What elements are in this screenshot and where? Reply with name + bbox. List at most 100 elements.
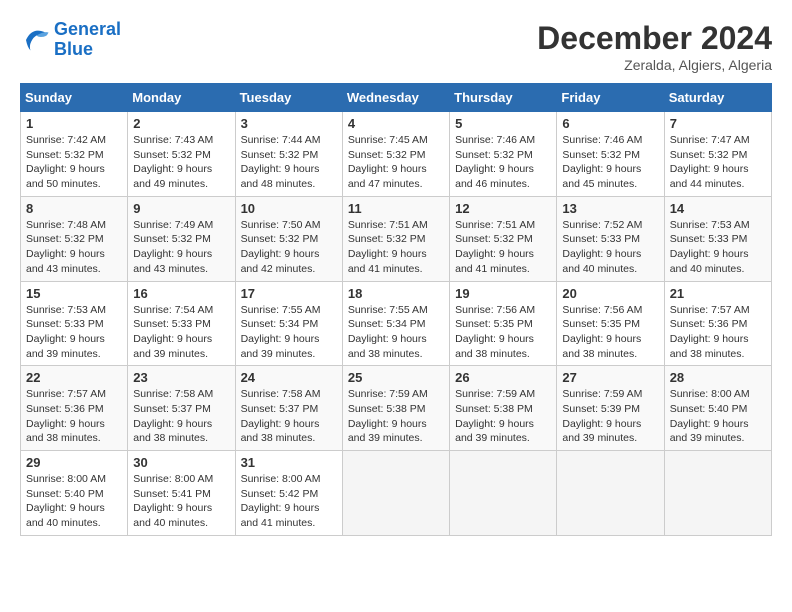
calendar-cell: 3 Sunrise: 7:44 AM Sunset: 5:32 PM Dayli… (235, 112, 342, 197)
day-number: 17 (241, 286, 337, 301)
calendar-body: 1 Sunrise: 7:42 AM Sunset: 5:32 PM Dayli… (21, 112, 772, 536)
calendar-cell: 27 Sunrise: 7:59 AM Sunset: 5:39 PM Dayl… (557, 366, 664, 451)
calendar-cell: 4 Sunrise: 7:45 AM Sunset: 5:32 PM Dayli… (342, 112, 449, 197)
day-info: Sunrise: 7:45 AM Sunset: 5:32 PM Dayligh… (348, 133, 444, 192)
calendar-cell: 10 Sunrise: 7:50 AM Sunset: 5:32 PM Dayl… (235, 196, 342, 281)
day-number: 14 (670, 201, 766, 216)
day-number: 25 (348, 370, 444, 385)
logo-bird-icon (20, 25, 50, 55)
day-info: Sunrise: 7:58 AM Sunset: 5:37 PM Dayligh… (241, 387, 337, 446)
day-info: Sunrise: 7:43 AM Sunset: 5:32 PM Dayligh… (133, 133, 229, 192)
calendar-week-row: 22 Sunrise: 7:57 AM Sunset: 5:36 PM Dayl… (21, 366, 772, 451)
calendar-cell (664, 451, 771, 536)
day-info: Sunrise: 7:59 AM Sunset: 5:38 PM Dayligh… (455, 387, 551, 446)
logo-line2: Blue (54, 39, 93, 59)
logo: General Blue (20, 20, 121, 60)
day-info: Sunrise: 7:44 AM Sunset: 5:32 PM Dayligh… (241, 133, 337, 192)
day-number: 28 (670, 370, 766, 385)
day-number: 20 (562, 286, 658, 301)
calendar-cell: 6 Sunrise: 7:46 AM Sunset: 5:32 PM Dayli… (557, 112, 664, 197)
logo-text: General Blue (54, 20, 121, 60)
day-info: Sunrise: 7:48 AM Sunset: 5:32 PM Dayligh… (26, 218, 122, 277)
day-info: Sunrise: 7:54 AM Sunset: 5:33 PM Dayligh… (133, 303, 229, 362)
calendar-cell: 17 Sunrise: 7:55 AM Sunset: 5:34 PM Dayl… (235, 281, 342, 366)
day-of-week-header: Tuesday (235, 84, 342, 112)
day-number: 27 (562, 370, 658, 385)
day-info: Sunrise: 7:53 AM Sunset: 5:33 PM Dayligh… (26, 303, 122, 362)
day-info: Sunrise: 7:58 AM Sunset: 5:37 PM Dayligh… (133, 387, 229, 446)
calendar-cell: 11 Sunrise: 7:51 AM Sunset: 5:32 PM Dayl… (342, 196, 449, 281)
location: Zeralda, Algiers, Algeria (537, 57, 772, 73)
calendar-cell: 28 Sunrise: 8:00 AM Sunset: 5:40 PM Dayl… (664, 366, 771, 451)
day-number: 3 (241, 116, 337, 131)
day-info: Sunrise: 7:42 AM Sunset: 5:32 PM Dayligh… (26, 133, 122, 192)
calendar-cell (450, 451, 557, 536)
day-number: 13 (562, 201, 658, 216)
calendar-cell: 14 Sunrise: 7:53 AM Sunset: 5:33 PM Dayl… (664, 196, 771, 281)
day-number: 21 (670, 286, 766, 301)
calendar-week-row: 8 Sunrise: 7:48 AM Sunset: 5:32 PM Dayli… (21, 196, 772, 281)
day-of-week-header: Saturday (664, 84, 771, 112)
calendar-cell: 29 Sunrise: 8:00 AM Sunset: 5:40 PM Dayl… (21, 451, 128, 536)
day-number: 19 (455, 286, 551, 301)
day-of-week-header: Thursday (450, 84, 557, 112)
day-info: Sunrise: 8:00 AM Sunset: 5:41 PM Dayligh… (133, 472, 229, 531)
day-number: 4 (348, 116, 444, 131)
calendar-cell: 31 Sunrise: 8:00 AM Sunset: 5:42 PM Dayl… (235, 451, 342, 536)
calendar-cell (557, 451, 664, 536)
calendar-cell: 20 Sunrise: 7:56 AM Sunset: 5:35 PM Dayl… (557, 281, 664, 366)
day-info: Sunrise: 7:56 AM Sunset: 5:35 PM Dayligh… (562, 303, 658, 362)
day-number: 6 (562, 116, 658, 131)
day-number: 7 (670, 116, 766, 131)
calendar-week-row: 29 Sunrise: 8:00 AM Sunset: 5:40 PM Dayl… (21, 451, 772, 536)
day-number: 10 (241, 201, 337, 216)
calendar-cell: 2 Sunrise: 7:43 AM Sunset: 5:32 PM Dayli… (128, 112, 235, 197)
day-info: Sunrise: 7:57 AM Sunset: 5:36 PM Dayligh… (26, 387, 122, 446)
calendar-cell: 19 Sunrise: 7:56 AM Sunset: 5:35 PM Dayl… (450, 281, 557, 366)
calendar-cell: 7 Sunrise: 7:47 AM Sunset: 5:32 PM Dayli… (664, 112, 771, 197)
day-info: Sunrise: 7:57 AM Sunset: 5:36 PM Dayligh… (670, 303, 766, 362)
calendar-cell: 22 Sunrise: 7:57 AM Sunset: 5:36 PM Dayl… (21, 366, 128, 451)
day-info: Sunrise: 7:55 AM Sunset: 5:34 PM Dayligh… (241, 303, 337, 362)
day-info: Sunrise: 7:47 AM Sunset: 5:32 PM Dayligh… (670, 133, 766, 192)
calendar-week-row: 15 Sunrise: 7:53 AM Sunset: 5:33 PM Dayl… (21, 281, 772, 366)
calendar-cell: 18 Sunrise: 7:55 AM Sunset: 5:34 PM Dayl… (342, 281, 449, 366)
calendar-cell: 9 Sunrise: 7:49 AM Sunset: 5:32 PM Dayli… (128, 196, 235, 281)
day-info: Sunrise: 8:00 AM Sunset: 5:40 PM Dayligh… (670, 387, 766, 446)
calendar-cell: 13 Sunrise: 7:52 AM Sunset: 5:33 PM Dayl… (557, 196, 664, 281)
day-number: 8 (26, 201, 122, 216)
day-info: Sunrise: 8:00 AM Sunset: 5:40 PM Dayligh… (26, 472, 122, 531)
calendar-week-row: 1 Sunrise: 7:42 AM Sunset: 5:32 PM Dayli… (21, 112, 772, 197)
day-of-week-header: Wednesday (342, 84, 449, 112)
day-number: 23 (133, 370, 229, 385)
day-number: 31 (241, 455, 337, 470)
day-number: 9 (133, 201, 229, 216)
day-info: Sunrise: 7:56 AM Sunset: 5:35 PM Dayligh… (455, 303, 551, 362)
day-number: 16 (133, 286, 229, 301)
day-number: 24 (241, 370, 337, 385)
day-number: 26 (455, 370, 551, 385)
logo-line1: General (54, 19, 121, 39)
day-number: 15 (26, 286, 122, 301)
calendar-table: SundayMondayTuesdayWednesdayThursdayFrid… (20, 83, 772, 536)
calendar-cell: 23 Sunrise: 7:58 AM Sunset: 5:37 PM Dayl… (128, 366, 235, 451)
day-info: Sunrise: 7:50 AM Sunset: 5:32 PM Dayligh… (241, 218, 337, 277)
day-of-week-header: Sunday (21, 84, 128, 112)
calendar-cell: 16 Sunrise: 7:54 AM Sunset: 5:33 PM Dayl… (128, 281, 235, 366)
day-info: Sunrise: 8:00 AM Sunset: 5:42 PM Dayligh… (241, 472, 337, 531)
day-info: Sunrise: 7:59 AM Sunset: 5:39 PM Dayligh… (562, 387, 658, 446)
day-number: 12 (455, 201, 551, 216)
day-number: 22 (26, 370, 122, 385)
calendar-cell: 30 Sunrise: 8:00 AM Sunset: 5:41 PM Dayl… (128, 451, 235, 536)
calendar-cell: 24 Sunrise: 7:58 AM Sunset: 5:37 PM Dayl… (235, 366, 342, 451)
calendar-cell: 25 Sunrise: 7:59 AM Sunset: 5:38 PM Dayl… (342, 366, 449, 451)
day-number: 5 (455, 116, 551, 131)
calendar-cell (342, 451, 449, 536)
calendar-cell: 1 Sunrise: 7:42 AM Sunset: 5:32 PM Dayli… (21, 112, 128, 197)
page-header: General Blue December 2024 Zeralda, Algi… (20, 20, 772, 73)
days-of-week-row: SundayMondayTuesdayWednesdayThursdayFrid… (21, 84, 772, 112)
day-of-week-header: Monday (128, 84, 235, 112)
day-info: Sunrise: 7:51 AM Sunset: 5:32 PM Dayligh… (348, 218, 444, 277)
day-of-week-header: Friday (557, 84, 664, 112)
calendar-cell: 8 Sunrise: 7:48 AM Sunset: 5:32 PM Dayli… (21, 196, 128, 281)
